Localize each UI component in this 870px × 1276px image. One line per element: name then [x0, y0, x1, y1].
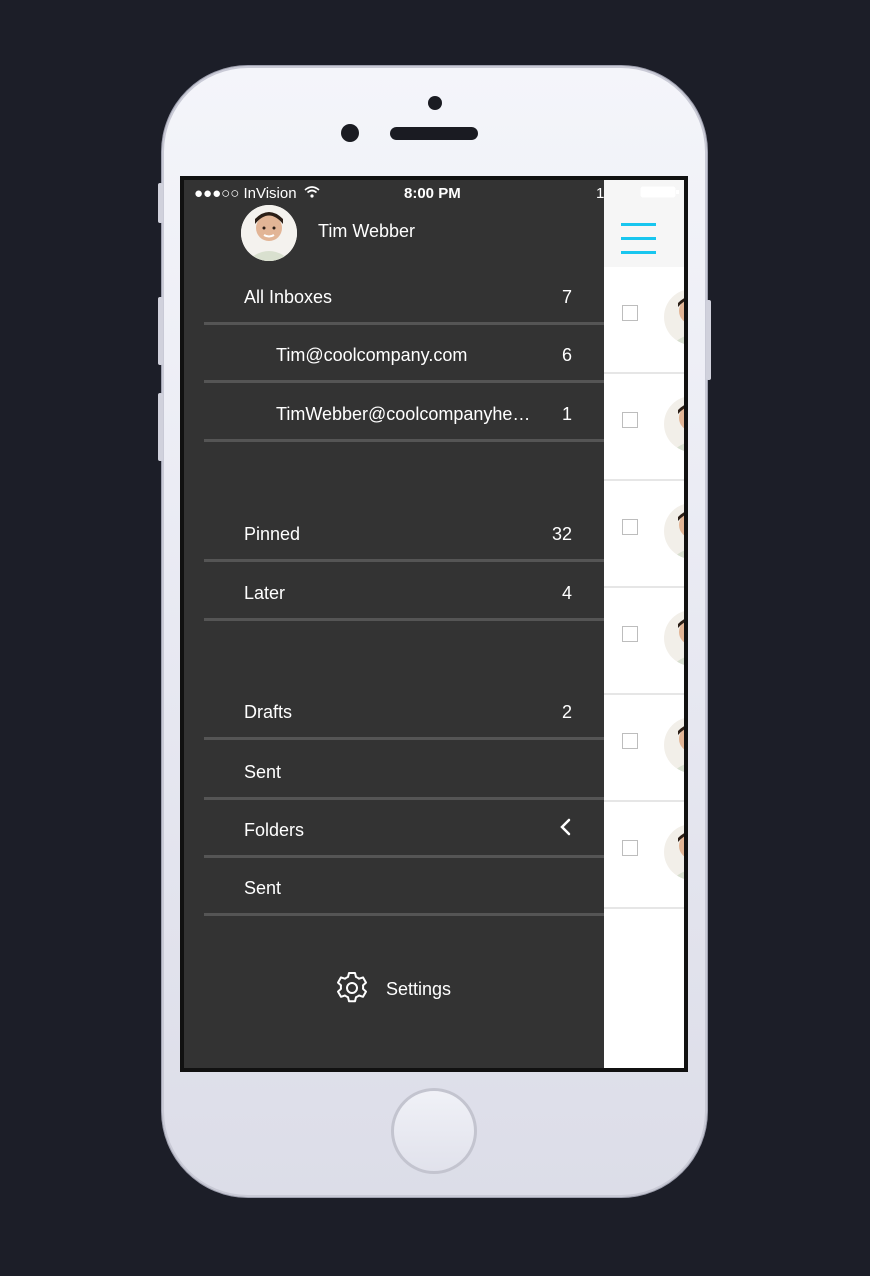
avatar[interactable]: [241, 205, 297, 261]
front-camera: [341, 124, 359, 142]
sender-avatar: [664, 396, 684, 452]
drawer-item-label: All Inboxes: [244, 287, 333, 307]
mail-list-item[interactable]: [604, 374, 684, 481]
gear-icon: [337, 972, 367, 1003]
proximity-sensor: [428, 96, 442, 110]
status-time: 8:00 PM: [404, 185, 461, 202]
drawer-item-drafts[interactable]: Drafts 2: [204, 682, 604, 740]
drawer-item-label: Later: [244, 583, 286, 603]
carrier-label: ●●●○○ InVision: [194, 185, 297, 202]
drawer-item-label: Tim@coolcompany.com: [276, 345, 468, 365]
unread-count: 2: [561, 702, 572, 722]
sender-avatar: [664, 824, 684, 880]
battery-icon: [640, 186, 679, 198]
profile-name: Tim Webber: [318, 221, 416, 241]
earpiece-speaker: [390, 127, 478, 140]
home-button[interactable]: [391, 1088, 477, 1174]
drawer-item-account-1[interactable]: Tim@coolcompany.com 6: [204, 325, 604, 383]
hamburger-menu-icon[interactable]: [621, 223, 656, 255]
unread-count: 7: [561, 287, 572, 307]
mail-checkbox[interactable]: [622, 840, 638, 856]
drawer-item-sent[interactable]: Sent: [204, 858, 604, 916]
power-button: [706, 300, 711, 380]
mail-checkbox[interactable]: [622, 305, 638, 321]
drawer-item-all-inboxes[interactable]: All Inboxes 7: [204, 267, 604, 325]
wifi-icon: [304, 186, 320, 198]
status-bar: ●●●○○ InVision 8:00 PM 1: [184, 180, 684, 202]
mail-checkbox[interactable]: [622, 412, 638, 428]
mail-list-item[interactable]: [604, 695, 684, 802]
unread-count: 32: [551, 524, 572, 544]
mail-checkbox[interactable]: [622, 626, 638, 642]
chevron-left-icon[interactable]: [558, 817, 572, 837]
mail-list-item[interactable]: [604, 588, 684, 695]
mail-list-item[interactable]: [604, 481, 684, 588]
unread-count: 1: [561, 404, 572, 424]
volume-up-button: [158, 297, 163, 365]
volume-down-button: [158, 393, 163, 461]
drawer-item-later[interactable]: Later 4: [204, 563, 604, 621]
sender-avatar: [664, 289, 684, 345]
unread-count: 6: [561, 345, 572, 365]
drawer-item-pinned[interactable]: Pinned 32: [204, 504, 604, 562]
drawer-item-label: Sent: [244, 878, 282, 898]
drawer-item-label: TimWebber@coolcompanyhe…: [276, 404, 531, 424]
drawer-item-label: Sent: [244, 762, 282, 782]
drawer-item-folders[interactable]: Folders: [204, 800, 604, 858]
drawer-item-sent[interactable]: Sent: [204, 742, 604, 800]
mail-list-item[interactable]: [604, 267, 684, 374]
drawer-item-account-2[interactable]: TimWebber@coolcompanyhe… 1: [204, 384, 604, 442]
mute-switch: [158, 183, 163, 223]
mail-list-item[interactable]: [604, 802, 684, 909]
unread-count: 4: [561, 583, 572, 603]
drawer-item-label: Pinned: [244, 524, 301, 544]
navigation-drawer: Tim Webber All Inboxes 7 Tim@coolcompany…: [184, 180, 604, 1068]
battery-label: 1: [596, 185, 605, 202]
drawer-item-label: Folders: [244, 820, 305, 840]
sender-avatar: [664, 717, 684, 773]
mail-checkbox[interactable]: [622, 519, 638, 535]
phone-screen: Tim Webber All Inboxes 7 Tim@coolcompany…: [180, 176, 688, 1072]
drawer-item-label: Drafts: [244, 702, 293, 722]
app-content: Tim Webber All Inboxes 7 Tim@coolcompany…: [184, 180, 684, 1068]
sender-avatar: [664, 610, 684, 666]
settings-label: Settings: [386, 979, 452, 999]
sender-avatar: [664, 503, 684, 559]
mail-checkbox[interactable]: [622, 733, 638, 749]
